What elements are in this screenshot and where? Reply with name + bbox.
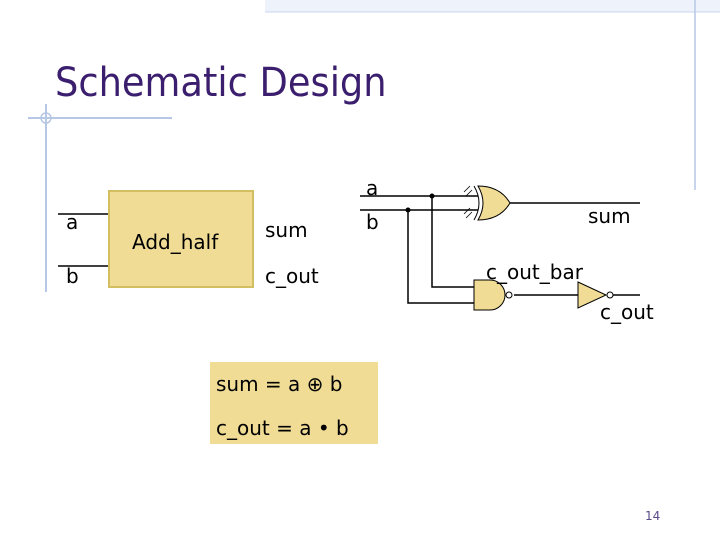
block-input-a-label: a	[66, 210, 79, 234]
schematic-input-a-label: a	[366, 176, 379, 200]
schematic-output-cout-label: c_out	[600, 300, 654, 324]
internal-signal-label: c_out_bar	[486, 260, 583, 284]
add-half-block: Add_half	[108, 190, 254, 288]
block-label: Add_half	[132, 230, 219, 254]
block-input-b-label: b	[66, 264, 79, 288]
decor-top-band	[265, 0, 720, 13]
junction-a-dot	[429, 193, 435, 199]
cout-equation: c_out = a • b	[216, 416, 349, 440]
xor-gate	[463, 185, 511, 221]
schematic-input-b-label: b	[366, 210, 379, 234]
block-output-cout-label: c_out	[265, 264, 319, 288]
page-number: 14	[645, 509, 661, 523]
nand-gate	[473, 279, 513, 311]
schematic-output-sum-label: sum	[588, 204, 631, 228]
equation-box: sum = a ⊕ b c_out = a • b	[210, 362, 378, 444]
sum-equation: sum = a ⊕ b	[216, 372, 343, 396]
block-output-sum-label: sum	[265, 218, 308, 242]
slide-title: Schematic Design	[55, 60, 387, 106]
junction-b-dot	[405, 207, 411, 213]
